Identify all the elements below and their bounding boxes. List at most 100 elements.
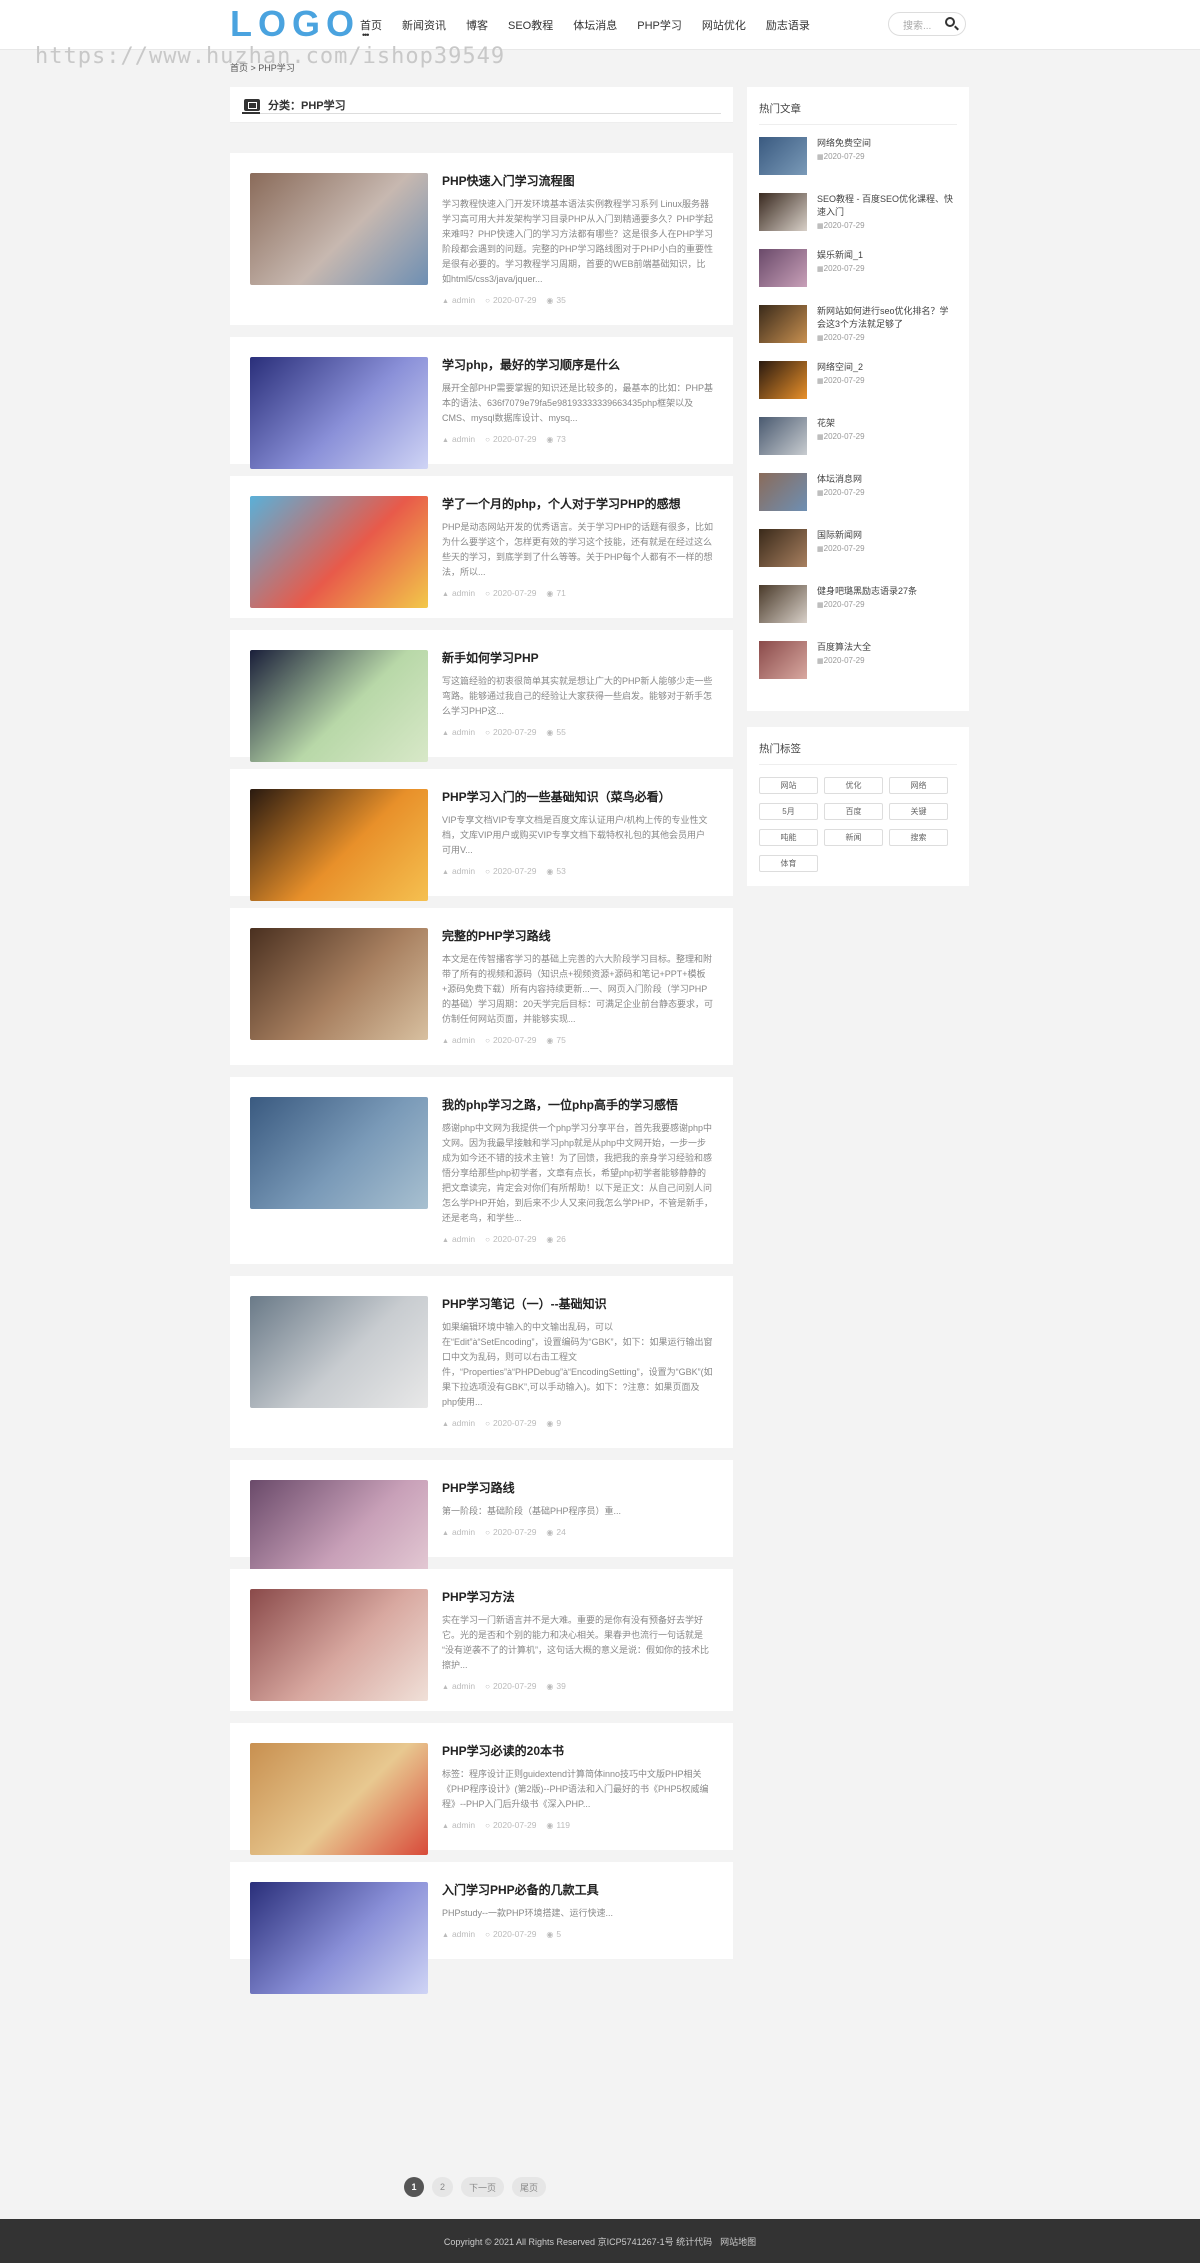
hot-article-title[interactable]: 体坛消息网 bbox=[817, 473, 865, 486]
search-box[interactable]: 搜索... bbox=[888, 12, 966, 36]
hot-article-thumbnail[interactable] bbox=[759, 473, 807, 511]
post-title[interactable]: PHP学习入门的一些基础知识（菜鸟必看） bbox=[442, 789, 713, 805]
post-meta: admin 2020-07-29 71 bbox=[442, 588, 713, 598]
post-thumbnail[interactable] bbox=[250, 1589, 428, 1701]
post-title[interactable]: 我的php学习之路，一位php高手的学习感悟 bbox=[442, 1097, 713, 1113]
post-thumbnail[interactable] bbox=[250, 1097, 428, 1209]
hot-article-title[interactable]: 网络免费空间 bbox=[817, 137, 871, 150]
post-title[interactable]: PHP快速入门学习流程图 bbox=[442, 173, 713, 189]
post-thumbnail[interactable] bbox=[250, 496, 428, 608]
post-views: 75 bbox=[546, 1035, 565, 1045]
post-thumbnail[interactable] bbox=[250, 789, 428, 901]
hot-article-thumbnail[interactable] bbox=[759, 641, 807, 679]
nav-item[interactable]: 体坛消息 bbox=[573, 17, 617, 33]
hot-article-date: 2020-07-29 bbox=[817, 333, 957, 342]
search-input[interactable]: 搜索... bbox=[903, 17, 931, 32]
post-card: 学习php，最好的学习顺序是什么展开全部PHP需要掌握的知识还是比较多的，最基本… bbox=[230, 337, 733, 469]
page-link[interactable]: 尾页 bbox=[512, 2177, 547, 2197]
tag-link[interactable]: 网络 bbox=[889, 777, 948, 794]
hot-article-date: 2020-07-29 bbox=[817, 264, 865, 273]
post-thumbnail[interactable] bbox=[250, 1743, 428, 1855]
nav-item[interactable]: 励志语录 bbox=[766, 17, 810, 33]
hot-article-title[interactable]: 新网站如何进行seo优化排名？学会这3个方法就足够了 bbox=[817, 305, 957, 331]
post-meta: admin 2020-07-29 26 bbox=[442, 1234, 713, 1244]
post-title[interactable]: 完整的PHP学习路线 bbox=[442, 928, 713, 944]
tag-link[interactable]: 关键 bbox=[889, 803, 948, 820]
tag-link[interactable]: 优化 bbox=[824, 777, 883, 794]
hot-article-title[interactable]: 花架 bbox=[817, 417, 865, 430]
hot-article-thumbnail[interactable] bbox=[759, 305, 807, 343]
search-icon[interactable] bbox=[945, 17, 955, 27]
page-link[interactable]: 下一页 bbox=[461, 2177, 505, 2197]
post-card: PHP学习笔记（一）--基础知识 如果编辑环境中输入的中文输出乱码，可以在“Edi… bbox=[230, 1276, 733, 1448]
post-meta: admin 2020-07-29 5 bbox=[442, 1929, 713, 1939]
hot-article-thumbnail[interactable] bbox=[759, 249, 807, 287]
site-logo[interactable]: LOGO bbox=[230, 3, 360, 45]
post-title[interactable]: PHP学习笔记（一）--基础知识 bbox=[442, 1296, 713, 1312]
tag-link[interactable]: 百度 bbox=[824, 803, 883, 820]
hot-article-item[interactable]: 网络免费空间 2020-07-29 bbox=[759, 137, 957, 180]
hot-article-item[interactable]: 网络空间_2 2020-07-29 bbox=[759, 361, 957, 404]
hot-article-item[interactable]: 体坛消息网 2020-07-29 bbox=[759, 473, 957, 516]
hot-article-item[interactable]: 新网站如何进行seo优化排名？学会这3个方法就足够了 2020-07-29 bbox=[759, 305, 957, 348]
post-title[interactable]: 入门学习PHP必备的几款工具 bbox=[442, 1882, 713, 1898]
hot-article-thumbnail[interactable] bbox=[759, 137, 807, 175]
post-date: 2020-07-29 bbox=[485, 1035, 536, 1045]
tag-link[interactable]: 搜索 bbox=[889, 829, 948, 846]
post-thumbnail[interactable] bbox=[250, 173, 428, 285]
hot-article-title[interactable]: 娱乐新闻_1 bbox=[817, 249, 865, 262]
hot-article-title[interactable]: 国际新闻网 bbox=[817, 529, 865, 542]
post-title[interactable]: PHP学习必读的20本书 bbox=[442, 1743, 713, 1759]
post-thumbnail[interactable] bbox=[250, 1296, 428, 1408]
post-author: admin bbox=[442, 1527, 475, 1537]
post-thumbnail[interactable] bbox=[250, 357, 428, 469]
post-date: 2020-07-29 bbox=[485, 588, 536, 598]
post-date: 2020-07-29 bbox=[485, 434, 536, 444]
post-title[interactable]: PHP学习方法 bbox=[442, 1589, 713, 1605]
nav-item[interactable]: 首页 bbox=[360, 17, 382, 40]
hot-article-thumbnail[interactable] bbox=[759, 585, 807, 623]
hot-article-title[interactable]: 健身吧璐黑励志语录27条 bbox=[817, 585, 917, 598]
post-date: 2020-07-29 bbox=[485, 727, 536, 737]
hot-article-title[interactable]: 百度算法大全 bbox=[817, 641, 871, 654]
post-meta: admin 2020-07-29 75 bbox=[442, 1035, 713, 1045]
post-title[interactable]: 学了一个月的php，个人对于学习PHP的感想 bbox=[442, 496, 713, 512]
post-title[interactable]: PHP学习路线 bbox=[442, 1480, 713, 1496]
post-title[interactable]: 新手如何学习PHP bbox=[442, 650, 713, 666]
footer-sitemap-link[interactable]: 网站地图 bbox=[720, 2235, 756, 2248]
tag-link[interactable]: 吨能 bbox=[759, 829, 818, 846]
nav-item[interactable]: 新闻资讯 bbox=[402, 17, 446, 33]
tag-link[interactable]: 5月 bbox=[759, 803, 818, 820]
nav-item[interactable]: 网站优化 bbox=[702, 17, 746, 33]
tag-link[interactable]: 网站 bbox=[759, 777, 818, 794]
post-date: 2020-07-29 bbox=[485, 1681, 536, 1691]
post-thumbnail[interactable] bbox=[250, 928, 428, 1040]
hot-article-thumbnail[interactable] bbox=[759, 417, 807, 455]
hot-article-item[interactable]: 国际新闻网 2020-07-29 bbox=[759, 529, 957, 572]
post-thumbnail[interactable] bbox=[250, 1882, 428, 1994]
nav-item[interactable]: 博客 bbox=[466, 17, 488, 33]
hot-article-thumbnail[interactable] bbox=[759, 361, 807, 399]
hot-article-thumbnail[interactable] bbox=[759, 193, 807, 231]
page-link[interactable]: 1 bbox=[404, 2177, 424, 2197]
tag-link[interactable]: 体育 bbox=[759, 855, 818, 872]
hot-article-thumbnail[interactable] bbox=[759, 529, 807, 567]
tag-link[interactable]: 新闻 bbox=[824, 829, 883, 846]
post-date: 2020-07-29 bbox=[485, 1418, 536, 1428]
post-views: 53 bbox=[546, 866, 565, 876]
hot-article-item[interactable]: 百度算法大全 2020-07-29 bbox=[759, 641, 957, 684]
post-excerpt: 本文是在传智播客学习的基础上完善的六大阶段学习目标。整理和附带了所有的视频和源码… bbox=[442, 954, 714, 1024]
page-link[interactable]: 2 bbox=[432, 2177, 454, 2197]
hot-article-item[interactable]: 健身吧璐黑励志语录27条 2020-07-29 bbox=[759, 585, 957, 628]
hot-article-item[interactable]: 花架 2020-07-29 bbox=[759, 417, 957, 460]
post-title[interactable]: 学习php，最好的学习顺序是什么 bbox=[442, 357, 713, 373]
hot-article-item[interactable]: 娱乐新闻_1 2020-07-29 bbox=[759, 249, 957, 292]
hot-article-title[interactable]: SEO教程 - 百度SEO优化课程、快速入门 bbox=[817, 193, 957, 219]
nav-item[interactable]: PHP学习 bbox=[637, 17, 682, 33]
post-excerpt: 展开全部PHP需要掌握的知识还是比较多的，最基本的比如：PHP基本的语法、636… bbox=[442, 383, 714, 423]
hot-article-title[interactable]: 网络空间_2 bbox=[817, 361, 865, 374]
hot-article-item[interactable]: SEO教程 - 百度SEO优化课程、快速入门 2020-07-29 bbox=[759, 193, 957, 236]
nav-item[interactable]: SEO教程 bbox=[508, 17, 553, 33]
main-nav: 首页 新闻资讯 博客 SEO教程 体坛消息 PHP学习 网站优化 励志语录 bbox=[360, 17, 830, 40]
post-thumbnail[interactable] bbox=[250, 650, 428, 762]
